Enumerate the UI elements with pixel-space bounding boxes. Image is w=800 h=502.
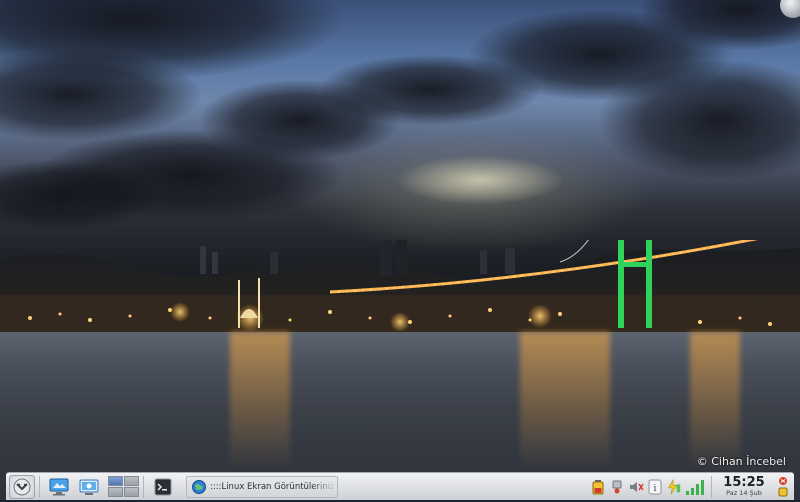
desktop-pager[interactable]	[108, 476, 139, 497]
panel-toolbox-icon	[778, 476, 788, 496]
system-settings-icon	[79, 479, 99, 495]
network-tray-item[interactable]	[609, 478, 625, 496]
show-desktop-icon	[49, 478, 69, 495]
info-tray-item[interactable]: i	[647, 478, 663, 496]
photo-watermark: © Cihan İncebel	[696, 455, 786, 468]
system-tray: i	[590, 478, 707, 496]
digital-clock[interactable]: 15:25 Paz 14 Şub	[716, 476, 772, 497]
panel-separator	[39, 475, 40, 498]
desktop-wallpaper[interactable]: © Cihan İncebel	[0, 0, 800, 500]
pager-desktop-3[interactable]	[108, 487, 123, 497]
terminal-icon	[154, 478, 172, 495]
kde-panel: ::::Linux Ekran Görüntüleriniz Buraya	[6, 472, 794, 500]
info-icon: i	[648, 479, 662, 494]
panel-separator	[711, 475, 712, 498]
volume-muted-icon	[630, 481, 644, 492]
battery-tray-item[interactable]	[590, 478, 606, 496]
terminal-launcher[interactable]	[150, 475, 176, 499]
signal-icon	[686, 479, 704, 495]
system-settings-button[interactable]	[76, 475, 102, 499]
kde-menu-icon	[9, 474, 35, 499]
panel-separator	[143, 475, 144, 498]
power-icon	[668, 478, 681, 494]
battery-icon	[592, 479, 604, 494]
svg-text:i: i	[654, 484, 657, 494]
pager-desktop-1[interactable]	[108, 476, 123, 486]
clock-date: Paz 14 Şub	[726, 489, 762, 498]
pager-desktop-4[interactable]	[124, 487, 139, 497]
pager-desktop-2[interactable]	[124, 476, 139, 486]
browser-globe-icon	[192, 479, 206, 494]
power-tray-item[interactable]	[666, 478, 682, 496]
volume-tray-item[interactable]	[628, 478, 644, 496]
task-label: ::::Linux Ekran Görüntüleriniz Buraya	[210, 481, 337, 492]
signal-tray-item[interactable]	[685, 478, 707, 496]
clock-time: 15:25	[723, 475, 765, 491]
panel-toolbox[interactable]	[772, 476, 794, 498]
light-reflection	[230, 332, 290, 472]
light-reflection	[520, 332, 610, 472]
light-reflection	[690, 332, 740, 472]
network-icon	[612, 480, 622, 493]
kickoff-launcher[interactable]	[9, 474, 35, 499]
city-skyline	[0, 240, 800, 333]
taskbar-task[interactable]: ::::Linux Ekran Görüntüleriniz Buraya	[186, 475, 338, 498]
show-desktop-button[interactable]	[46, 475, 72, 499]
